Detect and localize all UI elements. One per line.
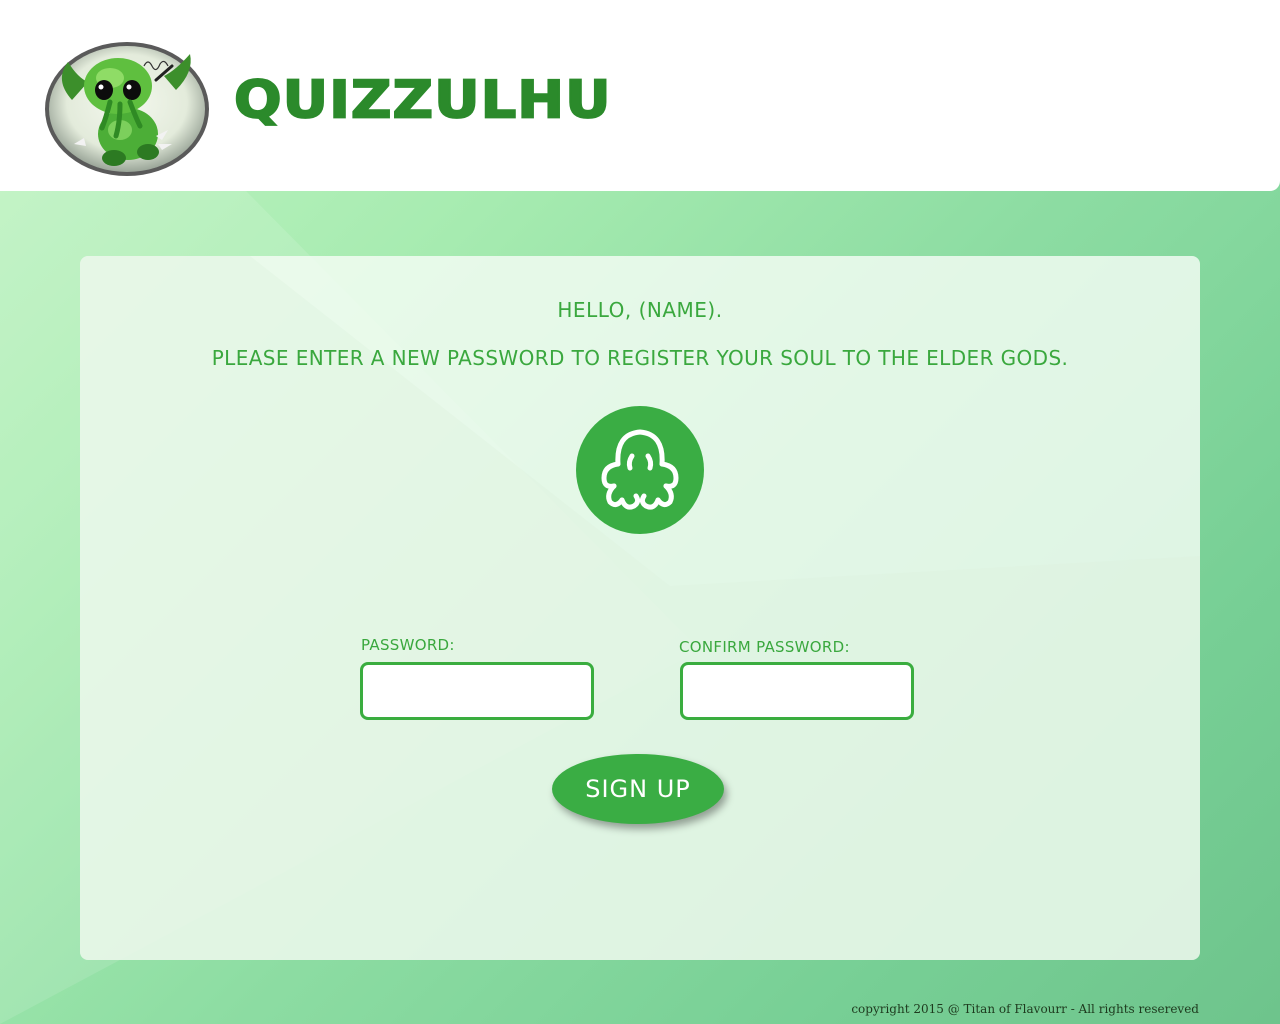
site-header: QUIZZULHU bbox=[0, 0, 1280, 191]
instruction-text: PLEASE ENTER A NEW PASSWORD TO REGISTER … bbox=[211, 346, 1069, 370]
greeting-text: HELLO, (NAME). bbox=[557, 298, 723, 322]
sign-up-button[interactable]: SIGN UP bbox=[552, 754, 724, 824]
password-label: PASSWORD: bbox=[361, 636, 455, 654]
confirm-password-input[interactable] bbox=[680, 662, 914, 720]
brand-title: QUIZZULHU bbox=[233, 70, 612, 132]
copyright-text: copyright 2015 @ Titan of Flavourr - All… bbox=[851, 1002, 1199, 1016]
password-input[interactable] bbox=[360, 662, 594, 720]
confirm-password-label: CONFIRM PASSWORD: bbox=[679, 638, 850, 656]
cthulhu-mascot-icon[interactable] bbox=[44, 40, 212, 178]
registration-panel: HELLO, (NAME). PLEASE ENTER A NEW PASSWO… bbox=[80, 256, 1200, 960]
octopus-icon bbox=[576, 406, 704, 534]
